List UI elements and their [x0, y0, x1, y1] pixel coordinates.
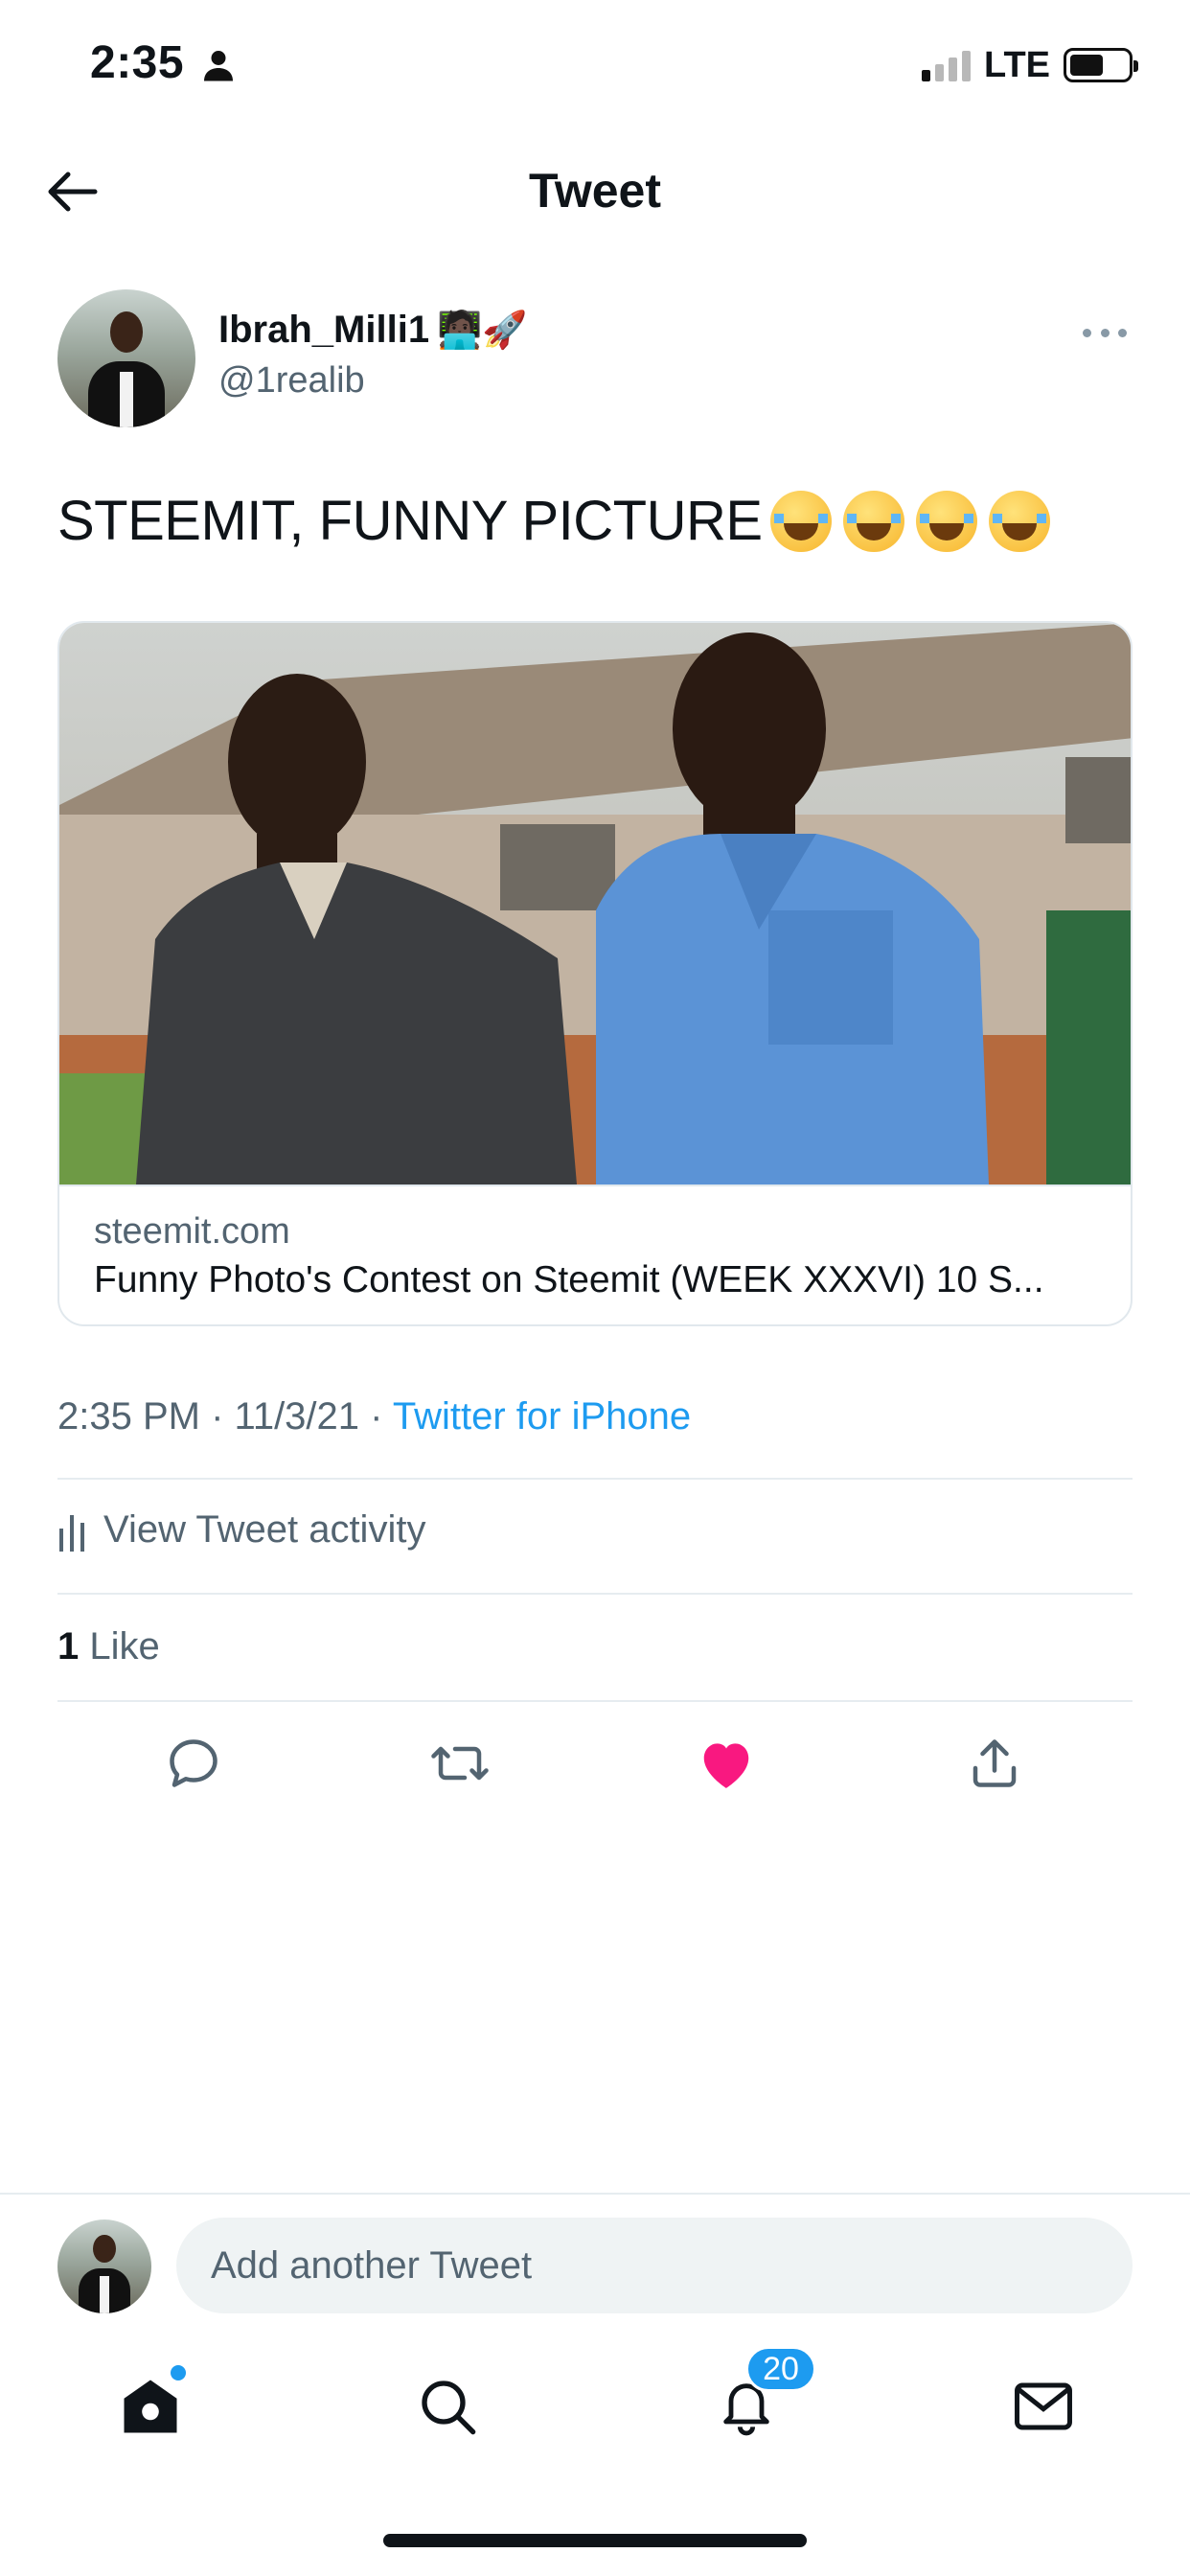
reply-bar: Add another Tweet: [0, 2193, 1190, 2334]
face-with-tears-of-joy-icon: [769, 490, 832, 552]
retweet-icon: [431, 1746, 489, 1781]
reply-button[interactable]: [155, 1725, 232, 1802]
signal-bars-icon: [922, 49, 972, 81]
tweet-timestamp: 2:35 PM · 11/3/21 · Twitter for iPhone: [57, 1395, 691, 1438]
divider: [57, 1593, 1133, 1595]
retweet-button[interactable]: [422, 1725, 498, 1802]
face-with-tears-of-joy-icon: [915, 490, 977, 552]
tweet-text: STEEMIT, FUNNY PICTURE: [57, 489, 1050, 553]
card-domain: steemit.com: [94, 1211, 290, 1252]
status-bar: 2:35 LTE: [0, 0, 1190, 134]
separator: ·: [370, 1395, 383, 1438]
heart-icon: [703, 1743, 749, 1788]
bar-chart-icon: [59, 1514, 84, 1552]
share-button[interactable]: [956, 1725, 1033, 1802]
notifications-badge: 20: [745, 2346, 816, 2392]
divider: [57, 1700, 1133, 1702]
more-options-button[interactable]: [1083, 322, 1127, 343]
add-tweet-input[interactable]: Add another Tweet: [176, 2218, 1133, 2313]
person-icon: [204, 51, 233, 81]
card-title: Funny Photo's Contest on Steemit (WEEK X…: [94, 1259, 1044, 1300]
battery-icon: [1064, 48, 1138, 82]
card-photo: [59, 623, 1131, 1184]
reply-icon: [170, 1739, 217, 1787]
current-user-avatar[interactable]: [57, 2220, 151, 2313]
home-icon: [124, 2380, 177, 2433]
tab-home[interactable]: [107, 2363, 194, 2450]
status-indicators: LTE: [922, 44, 1138, 86]
like-button[interactable]: [688, 1725, 765, 1802]
card-meta: steemit.com Funny Photo's Contest on Ste…: [59, 1184, 1131, 1324]
mail-icon: [1015, 2382, 1072, 2430]
share-icon: [973, 1739, 1017, 1787]
like-count-value: 1: [57, 1625, 80, 1668]
tweet-text-content: STEEMIT, FUNNY PICTURE: [57, 490, 763, 552]
status-time: 2:35: [90, 37, 185, 88]
likes-count[interactable]: 1 Like: [57, 1625, 160, 1668]
display-name-text: Ibrah_Milli1: [218, 309, 430, 351]
new-content-dot: [171, 2365, 186, 2380]
network-type: LTE: [984, 44, 1050, 85]
separator: ·: [211, 1395, 224, 1438]
view-tweet-activity[interactable]: View Tweet activity: [57, 1508, 425, 1552]
ellipsis-icon: [1083, 328, 1091, 337]
search-icon: [422, 2380, 476, 2435]
tweet-date: 11/3/21: [234, 1395, 360, 1438]
tweet-actions: [0, 1725, 1190, 1802]
link-preview-card[interactable]: steemit.com Funny Photo's Contest on Ste…: [57, 621, 1133, 1326]
face-with-tears-of-joy-icon: [988, 490, 1050, 552]
name-emoji: 🧑🏿‍💻🚀: [437, 309, 528, 351]
author-display-name[interactable]: Ibrah_Milli1 🧑🏿‍💻🚀: [218, 309, 528, 352]
bottom-tab-bar: 20: [0, 2334, 1190, 2478]
divider: [57, 1478, 1133, 1480]
tab-messages[interactable]: [1000, 2363, 1087, 2450]
tab-search[interactable]: [404, 2363, 491, 2450]
tweet-emoji-group: [769, 490, 1050, 552]
author-avatar[interactable]: [57, 289, 195, 427]
tab-notifications[interactable]: 20: [703, 2346, 816, 2450]
like-count-label: Like: [89, 1625, 160, 1668]
home-indicator: [383, 2534, 807, 2547]
activity-label: View Tweet activity: [103, 1508, 426, 1551]
author-handle[interactable]: @1realib: [218, 360, 365, 402]
page-title: Tweet: [529, 164, 661, 218]
page-header: Tweet: [0, 144, 1190, 240]
tweet-source-link[interactable]: Twitter for iPhone: [393, 1395, 691, 1438]
tweet-time: 2:35 PM: [57, 1395, 200, 1438]
face-with-tears-of-joy-icon: [842, 490, 904, 552]
